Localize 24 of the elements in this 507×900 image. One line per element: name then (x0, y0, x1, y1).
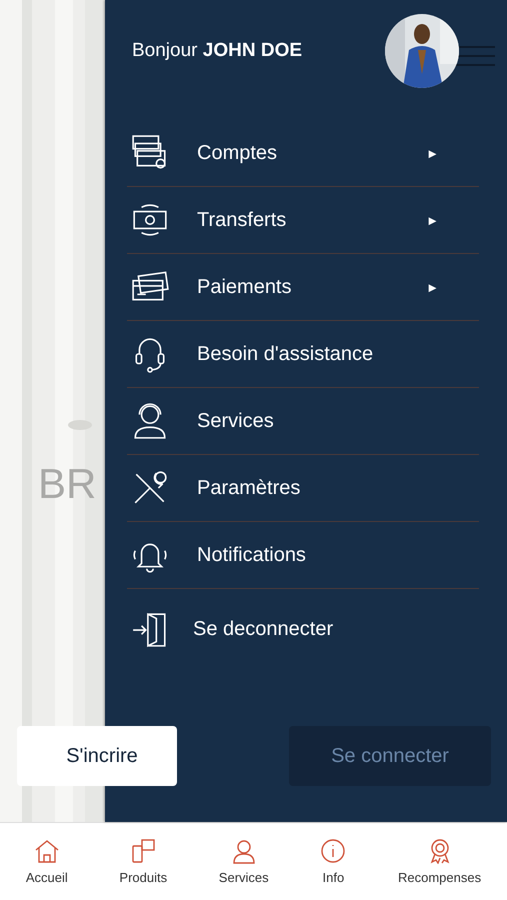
menu-item[interactable]: Comptes ► (127, 120, 479, 187)
greeting-text: Bonjour JOHN DOE (132, 40, 302, 62)
support-agent-icon (230, 838, 257, 864)
nav-tab[interactable]: Produits (119, 838, 168, 885)
nav-tab[interactable]: Recompenses (398, 838, 482, 885)
info-icon (320, 838, 346, 864)
nav-tab[interactable]: Info (320, 838, 346, 885)
menu-item[interactable]: Notifications (127, 522, 479, 589)
logout-item[interactable]: Se deconnecter (127, 589, 479, 669)
submenu-arrow: ► (426, 212, 439, 228)
menu-item[interactable]: Besoin d'assistance (127, 321, 479, 388)
nav-tab[interactable]: Accueil (26, 838, 68, 885)
menu-item[interactable]: Paiements ► (127, 254, 479, 321)
menu-icon[interactable] (455, 45, 495, 67)
menu-item[interactable]: Transferts ► (127, 187, 479, 254)
menu-item[interactable]: Services (127, 388, 479, 455)
nav-tab[interactable]: Services (218, 838, 269, 885)
login-button[interactable]: Se connecter (289, 726, 491, 786)
logo-text: BR (38, 460, 96, 508)
submenu-arrow: ► (426, 146, 439, 160)
submenu-arrow: ► (426, 280, 439, 294)
signup-button[interactable]: S'incrire (17, 726, 177, 786)
menu-item[interactable]: Paramètres (127, 455, 479, 522)
home-icon (34, 838, 60, 864)
